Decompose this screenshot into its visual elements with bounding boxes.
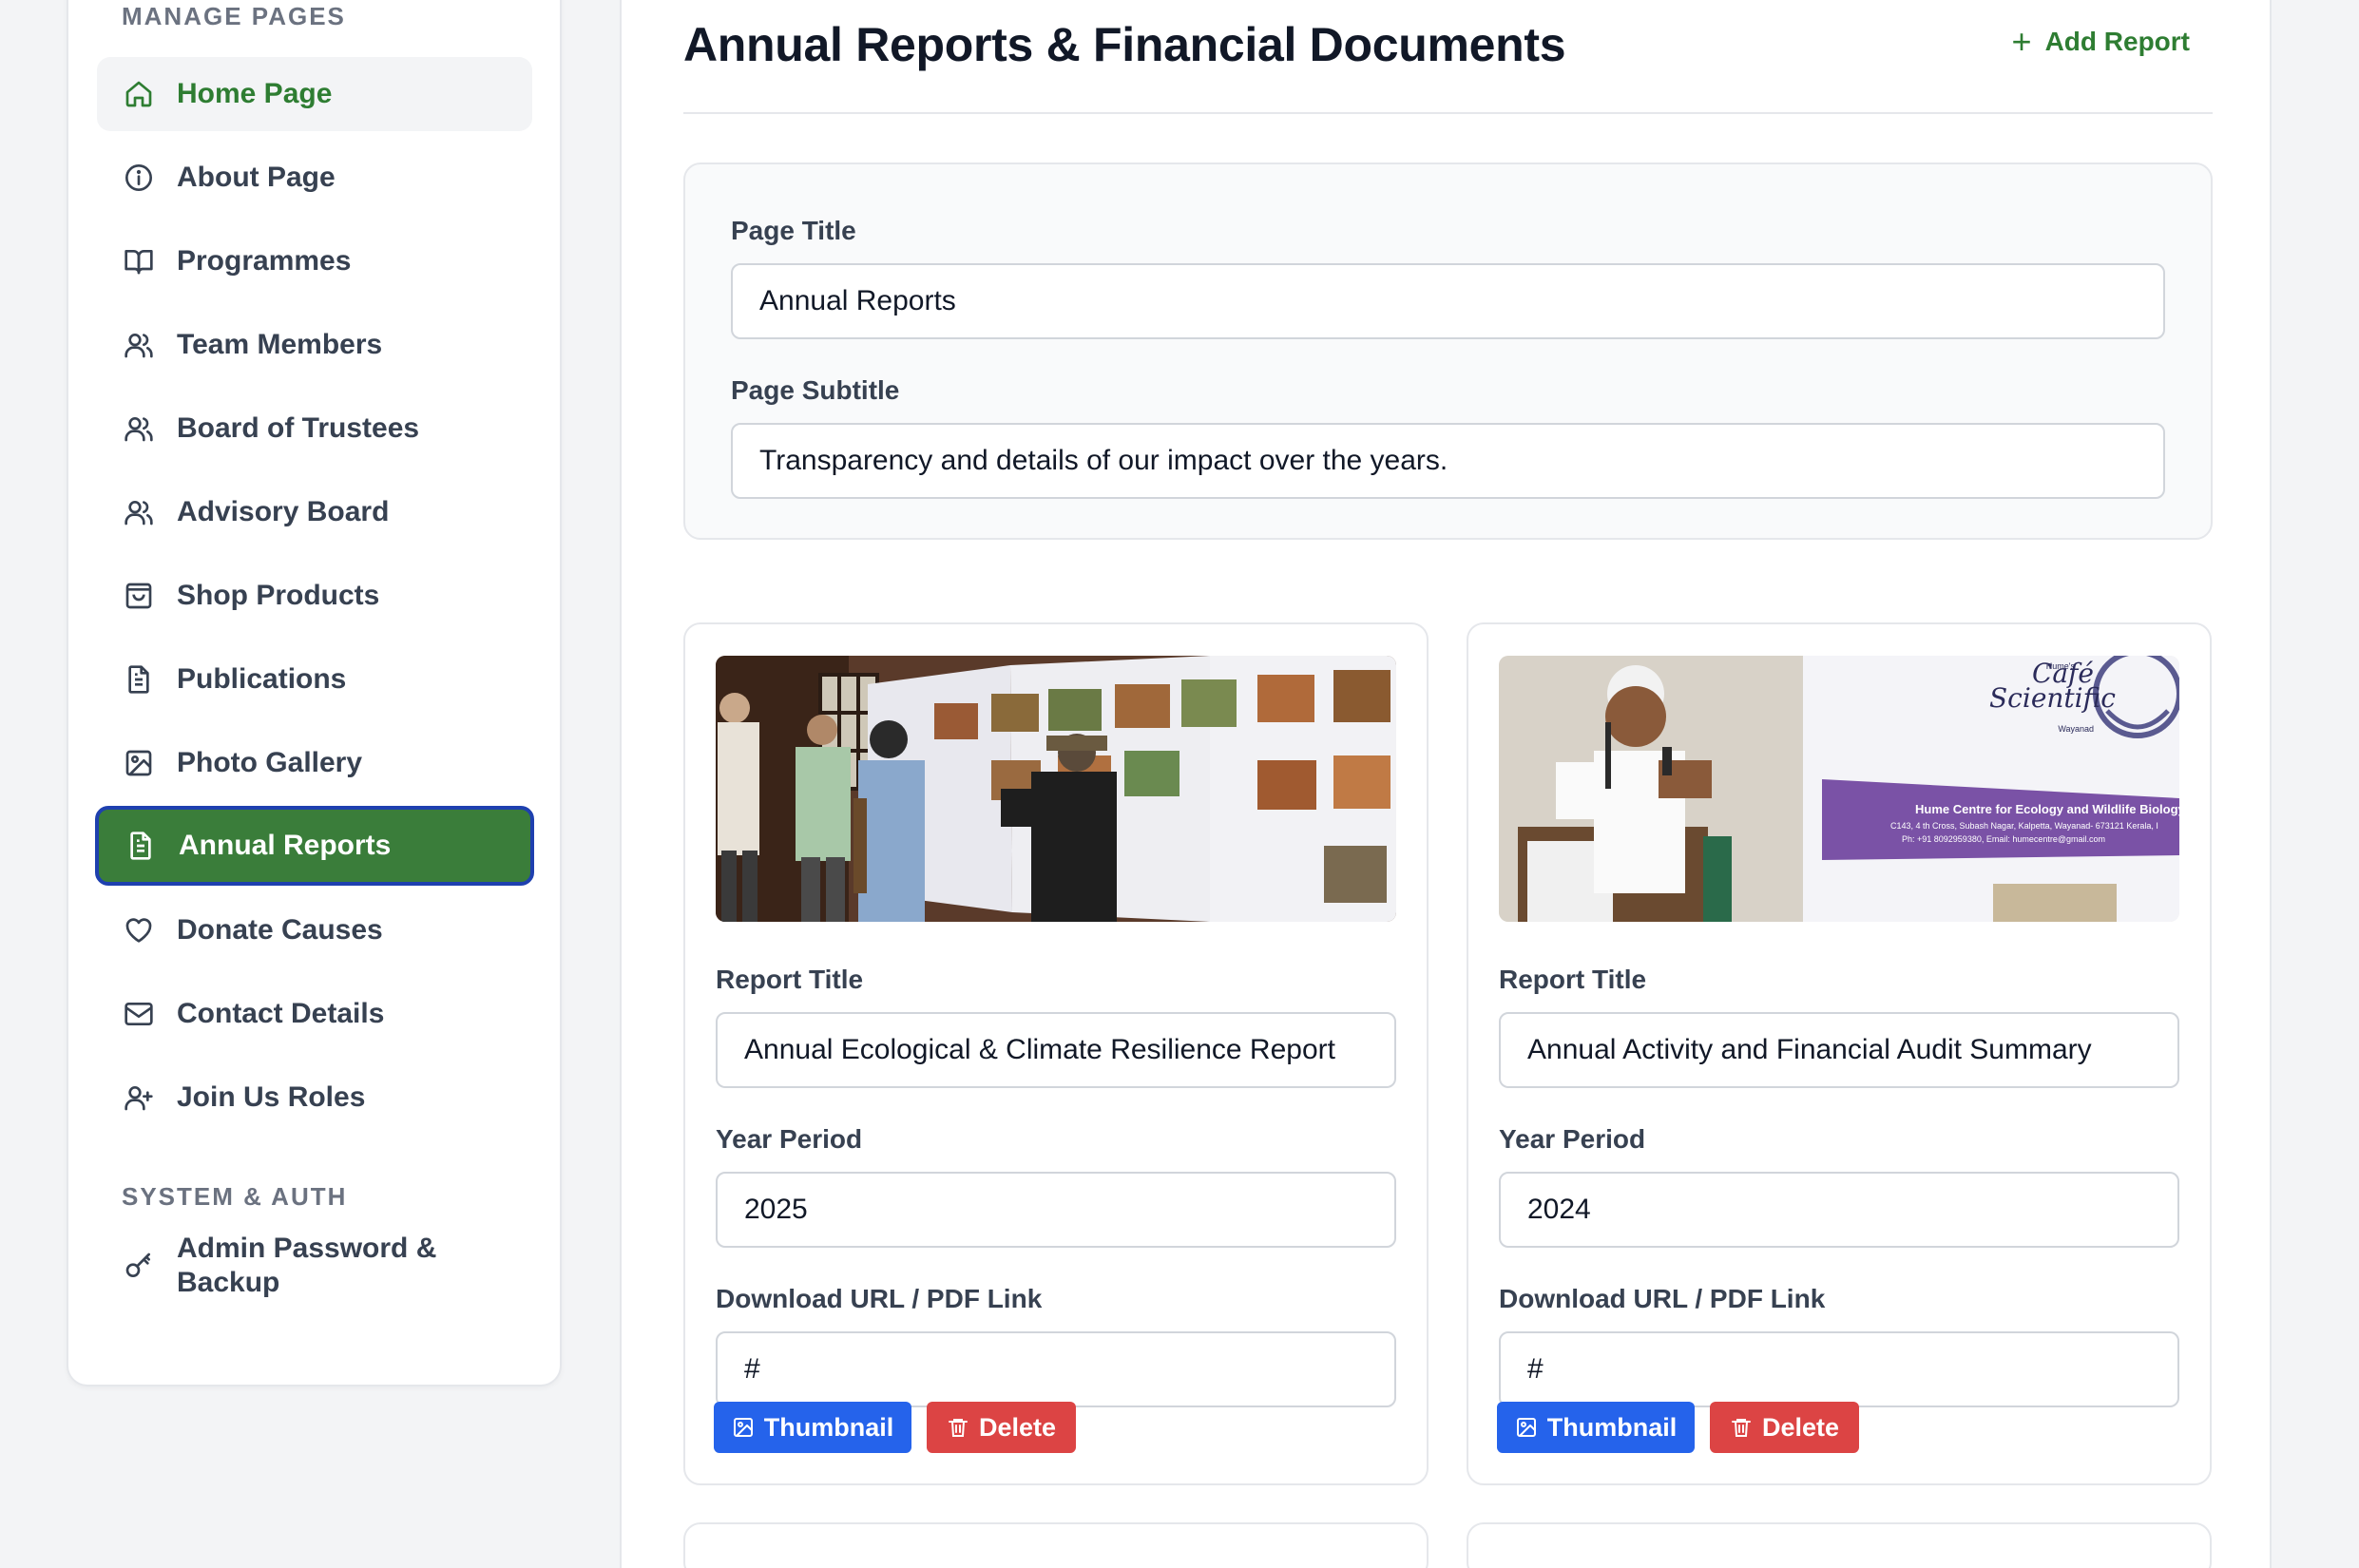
sidebar-item-contact-details[interactable]: Contact Details [97, 977, 532, 1051]
report-card-partial [1467, 1522, 2212, 1568]
document-icon [124, 664, 154, 695]
report-card: Report Title Year Period Download URL / … [683, 622, 1429, 1485]
page-heading: Annual Reports & Financial Documents [683, 18, 1566, 71]
sidebar-item-label: Programmes [177, 245, 352, 277]
users-icon [124, 413, 154, 444]
sidebar-item-label: Team Members [177, 329, 383, 360]
book-icon [124, 246, 154, 277]
user-plus-icon [124, 1082, 154, 1113]
sidebar-item-advisory-board[interactable]: Advisory Board [97, 475, 532, 549]
section-label-manage-pages: MANAGE PAGES [122, 2, 346, 30]
users-icon [124, 330, 154, 360]
image-icon [124, 748, 154, 778]
report-thumbnail-image: Hume's Café Scientific Wayanad Hume Cent… [1499, 656, 2179, 922]
sidebar-item-label: Board of Trustees [177, 412, 420, 444]
report-title-input[interactable] [716, 1012, 1396, 1088]
report-thumbnail-image [716, 656, 1396, 922]
delete-button[interactable]: Delete [1710, 1402, 1859, 1453]
banner-address: C143, 4 th Cross, Subash Nagar, Kalpetta… [1890, 821, 2158, 831]
page-settings-panel: Page Title Page Subtitle [683, 163, 2213, 540]
sidebar-item-donate-causes[interactable]: Donate Causes [97, 893, 532, 967]
image-icon [1515, 1416, 1538, 1439]
year-period-label: Year Period [1499, 1124, 1646, 1154]
sidebar-item-label: Annual Reports [179, 830, 392, 861]
banner-contact: Ph: +91 8092959380, Email: humecentre@gm… [1902, 834, 2106, 844]
document-icon [125, 831, 156, 861]
sidebar-item-label: Contact Details [177, 998, 385, 1029]
heading-divider [683, 112, 2213, 114]
sidebar-item-board-of-trustees[interactable]: Board of Trustees [97, 392, 532, 466]
sidebar: MANAGE PAGES Home Page About Page Progra… [67, 0, 562, 1386]
sidebar-item-home-page[interactable]: Home Page [97, 57, 532, 131]
sidebar-item-about-page[interactable]: About Page [97, 141, 532, 215]
sidebar-item-admin-password-backup[interactable]: Admin Password & Backup [97, 1218, 532, 1313]
report-title-label: Report Title [716, 965, 864, 994]
banner-title: Café Scientific [1989, 658, 2116, 714]
sidebar-item-programmes[interactable]: Programmes [97, 224, 532, 298]
sidebar-item-label: Home Page [177, 78, 333, 109]
page-title-label: Page Title [731, 216, 856, 245]
sidebar-item-label: Join Us Roles [177, 1081, 366, 1113]
sidebar-item-join-us-roles[interactable]: Join Us Roles [97, 1061, 532, 1135]
page-subtitle-label: Page Subtitle [731, 375, 900, 405]
report-title-label: Report Title [1499, 965, 1647, 994]
sidebar-item-label: Shop Products [177, 580, 380, 611]
sidebar-item-annual-reports[interactable]: Annual Reports [95, 806, 534, 886]
mail-icon [124, 999, 154, 1029]
page-subtitle-input[interactable] [731, 423, 2165, 499]
key-icon [124, 1251, 154, 1281]
delete-button-label: Delete [978, 1412, 1057, 1442]
page-title-input[interactable] [731, 263, 2165, 339]
users-icon [124, 497, 154, 527]
info-icon [124, 163, 154, 193]
shopping-bag-icon [124, 581, 154, 611]
year-period-label: Year Period [716, 1124, 863, 1154]
sidebar-item-label: Photo Gallery [177, 747, 363, 778]
trash-icon [947, 1416, 969, 1439]
sidebar-item-label: Advisory Board [177, 496, 390, 527]
banner-place: Wayanad [2058, 724, 2094, 734]
thumbnail-button[interactable]: Thumbnail [714, 1402, 911, 1453]
report-card: Hume's Café Scientific Wayanad Hume Cent… [1467, 622, 2212, 1485]
sidebar-item-photo-gallery[interactable]: Photo Gallery [97, 726, 532, 800]
download-url-label: Download URL / PDF Link [716, 1284, 1043, 1313]
heart-icon [124, 915, 154, 946]
image-icon [732, 1416, 755, 1439]
home-icon [124, 79, 154, 109]
thumbnail-button-label: Thumbnail [1546, 1412, 1678, 1442]
add-report-button[interactable]: + Add Report [2012, 25, 2190, 59]
plus-icon: + [2011, 22, 2032, 61]
sidebar-item-label: Admin Password & Backup [177, 1233, 437, 1298]
sidebar-item-publications[interactable]: Publications [97, 642, 532, 717]
year-period-input[interactable] [1499, 1172, 2179, 1248]
report-card-partial [683, 1522, 1429, 1568]
download-url-input[interactable] [716, 1331, 1396, 1407]
delete-button-label: Delete [1761, 1412, 1840, 1442]
sidebar-item-team-members[interactable]: Team Members [97, 308, 532, 382]
trash-icon [1730, 1416, 1753, 1439]
sidebar-item-label: About Page [177, 162, 336, 193]
sidebar-item-label: Publications [177, 663, 347, 695]
add-report-label: Add Report [2044, 27, 2190, 56]
sidebar-item-shop-products[interactable]: Shop Products [97, 559, 532, 633]
section-label-system-auth: SYSTEM & AUTH [122, 1182, 348, 1211]
thumbnail-button[interactable]: Thumbnail [1497, 1402, 1695, 1453]
report-title-input[interactable] [1499, 1012, 2179, 1088]
download-url-input[interactable] [1499, 1331, 2179, 1407]
download-url-label: Download URL / PDF Link [1499, 1284, 1826, 1313]
delete-button[interactable]: Delete [927, 1402, 1076, 1453]
thumbnail-button-label: Thumbnail [763, 1412, 894, 1442]
sidebar-item-label: Donate Causes [177, 914, 383, 946]
banner-organisation: Hume Centre for Ecology and Wildlife Bio… [1915, 802, 2179, 816]
year-period-input[interactable] [716, 1172, 1396, 1248]
main-panel: Annual Reports & Financial Documents + A… [620, 0, 2272, 1568]
